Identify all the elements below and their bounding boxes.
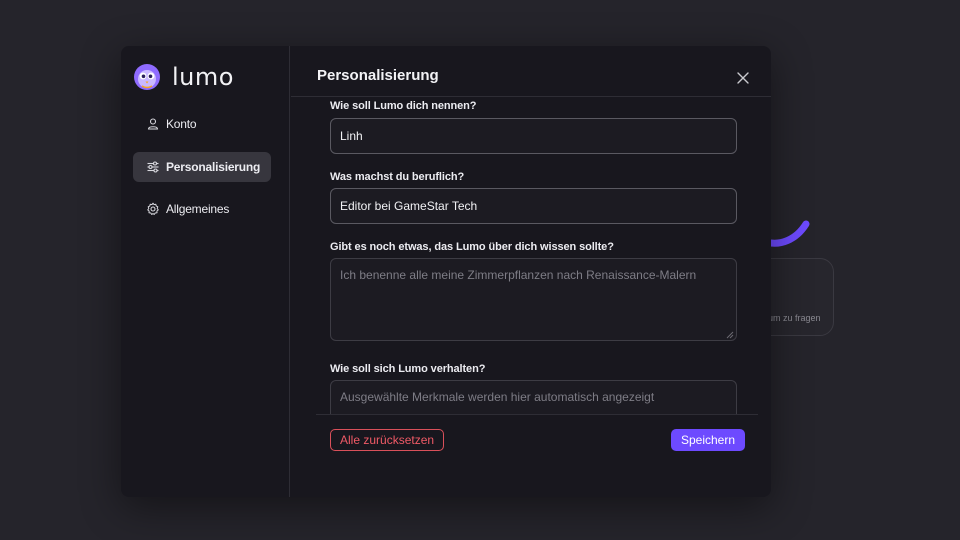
save-button[interactable]: Speichern: [671, 429, 745, 451]
sidebar-item-label: Personalisierung: [166, 160, 261, 174]
sidebar-item-personalisierung[interactable]: Personalisierung: [133, 152, 271, 182]
settings-form[interactable]: Wie soll Lumo dich nennen? Was machst du…: [291, 98, 771, 415]
job-field-label: Was machst du beruflich?: [330, 171, 465, 183]
job-input[interactable]: [330, 188, 737, 224]
about-textarea[interactable]: [330, 258, 737, 341]
background-card-text: um zu fragen: [768, 313, 821, 323]
sidebar-item-allgemeines[interactable]: Allgemeines: [133, 194, 271, 224]
user-icon: [146, 117, 160, 131]
close-icon: [737, 72, 749, 84]
settings-sidebar: lumo Konto Personalisierung Allgemeines: [121, 46, 290, 497]
gear-icon: [146, 202, 160, 216]
close-button[interactable]: [735, 70, 751, 86]
sidebar-item-label: Konto: [166, 117, 197, 131]
cat-mascot-icon: [134, 64, 160, 90]
sidebar-item-konto[interactable]: Konto: [133, 109, 271, 139]
settings-modal: lumo Konto Personalisierung Allgemeines …: [121, 46, 771, 497]
about-field-label: Gibt es noch etwas, das Lumo über dich w…: [330, 241, 614, 253]
name-field-label: Wie soll Lumo dich nennen?: [330, 100, 477, 112]
behavior-textarea[interactable]: [330, 380, 737, 415]
sliders-icon: [146, 160, 160, 174]
page-title: Personalisierung: [317, 67, 439, 84]
footer-divider: [316, 414, 758, 415]
brand-name: lumo: [172, 63, 234, 91]
behavior-field-label: Wie soll sich Lumo verhalten?: [330, 363, 486, 375]
reset-all-button[interactable]: Alle zurücksetzen: [330, 429, 445, 451]
brand: lumo: [133, 63, 234, 91]
sidebar-item-label: Allgemeines: [166, 202, 230, 216]
resize-handle-icon[interactable]: [726, 331, 734, 339]
settings-panel: Personalisierung Wie soll Lumo dich nenn…: [291, 46, 771, 497]
name-input[interactable]: [330, 118, 737, 154]
panel-header: Personalisierung: [291, 46, 771, 97]
